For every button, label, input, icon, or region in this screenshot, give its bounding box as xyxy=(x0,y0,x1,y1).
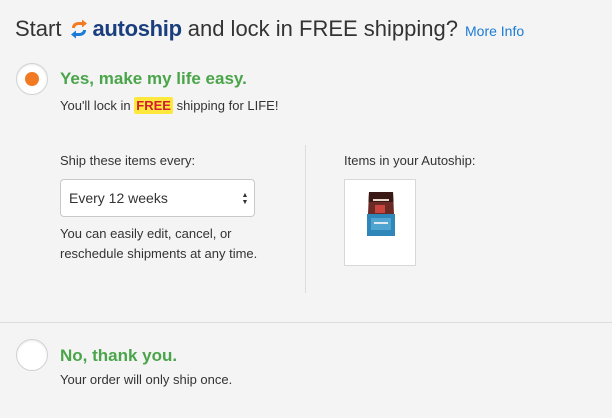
free-badge: FREE xyxy=(134,97,173,114)
autoship-header: Start autoship and lock in FREE shipping… xyxy=(15,12,524,46)
autoship-yes-radio[interactable] xyxy=(16,63,48,95)
radio-selected-dot xyxy=(25,72,39,86)
frequency-selected-value: Every 12 weeks xyxy=(69,190,168,206)
yes-sub-after: shipping for LIFE! xyxy=(176,98,279,113)
column-divider xyxy=(305,145,306,293)
autoship-no-radio[interactable] xyxy=(16,339,48,371)
frequency-select[interactable]: Every 12 weeks ▲ ▼ xyxy=(60,179,255,217)
yes-sub-before: You'll lock in xyxy=(60,98,131,113)
no-option-subtext: Your order will only ship once. xyxy=(60,372,233,387)
header-suffix: and lock in FREE shipping? xyxy=(187,16,458,41)
no-option-title[interactable]: No, thank you. xyxy=(60,346,177,366)
autoship-logo: autoship xyxy=(69,16,182,42)
dog-food-bag-icon xyxy=(367,192,395,236)
items-label: Items in your Autoship: xyxy=(344,153,476,168)
header-prefix: Start xyxy=(15,16,62,41)
options-divider xyxy=(0,322,612,323)
frequency-label: Ship these items every: xyxy=(60,153,196,168)
more-info-link[interactable]: More Info xyxy=(465,23,524,39)
autoship-brand-text: autoship xyxy=(92,16,182,41)
select-arrows-icon: ▲ ▼ xyxy=(241,192,249,206)
autoship-item-thumbnail xyxy=(344,179,416,266)
yes-option-title[interactable]: Yes, make my life easy. xyxy=(60,69,247,89)
frequency-help-text: You can easily edit, cancel, or reschedu… xyxy=(60,226,258,261)
autoship-arrows-icon xyxy=(71,19,88,39)
yes-option-subtext: You'll lock in FREE shipping for LIFE! xyxy=(60,97,278,114)
